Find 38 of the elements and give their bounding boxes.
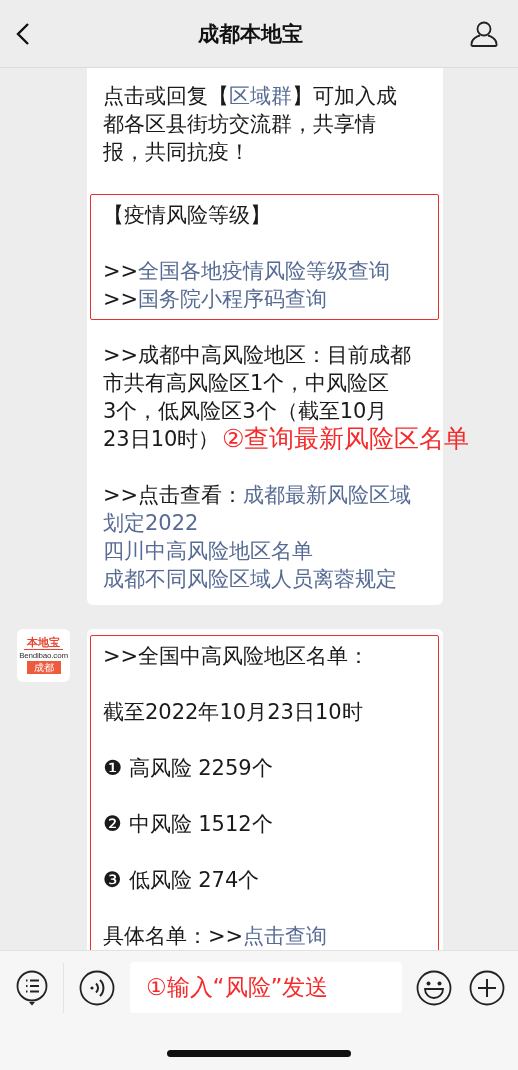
logo-text: 本地宝 xyxy=(24,636,63,650)
back-icon[interactable] xyxy=(16,21,30,46)
text-link[interactable]: 成都不同风险区域人员离蓉规定 xyxy=(103,566,397,591)
message-text: >>成都中高风险地区：目前成都 xyxy=(103,341,412,369)
message-text: 报，共同抗疫！ xyxy=(103,139,250,166)
voice-icon[interactable] xyxy=(79,969,115,1006)
message-text: >>点击查看：成都最新风险区域 xyxy=(103,481,412,509)
message-text: >>全国各地疫情风险等级查询 xyxy=(103,258,391,285)
message-text: 3个，低风险区3个（截至10月 xyxy=(103,397,388,425)
message-text: 市共有高风险区1个，中风险区 xyxy=(103,369,390,397)
message-text: ❶ 高风险 2259个 xyxy=(103,755,273,782)
logo-city: 成都 xyxy=(26,660,61,674)
message-text: ❸ 低风险 274个 xyxy=(103,867,260,894)
avatar[interactable]: 本地宝 Bendibao.com 成都 xyxy=(17,628,70,682)
message-text: 具体名单：>>点击查询 xyxy=(103,923,328,950)
text-link[interactable]: 成都最新风险区域 xyxy=(243,482,412,507)
emoji-icon[interactable] xyxy=(416,969,452,1006)
chat-title: 成都本地宝 xyxy=(197,20,303,48)
message-text: >>全国中高风险地区名单： xyxy=(103,643,370,670)
plus-icon[interactable] xyxy=(469,969,505,1006)
message-text: 截至2022年10月23日10时 xyxy=(103,699,363,726)
message-text: ❷ 中风险 1512个 xyxy=(103,811,273,838)
message-input[interactable]: ①输入“风险”发送 xyxy=(130,962,402,1013)
text-link[interactable]: 四川中高风险地区名单 xyxy=(103,538,313,563)
menu-icon[interactable] xyxy=(16,969,48,1006)
message-text: >>国务院小程序码查询 xyxy=(103,286,328,313)
text-link[interactable]: 国务院小程序码查询 xyxy=(138,287,328,311)
person-icon[interactable] xyxy=(470,20,498,47)
annotation-text: ②查询最新风险区名单 xyxy=(222,424,470,454)
message-text: 都各区县街坊交流群，共享情 xyxy=(103,111,376,138)
text-link[interactable]: 全国各地疫情风险等级查询 xyxy=(138,259,391,283)
message-text: 点击或回复【区域群】可加入成 xyxy=(103,83,397,110)
message-text: 23日10时） xyxy=(103,425,220,453)
text-link[interactable]: 划定2022 xyxy=(103,510,199,535)
logo-domain: Bendibao.com xyxy=(19,650,68,660)
message-text: 【疫情风险等级】 xyxy=(103,202,271,229)
text-link[interactable]: 点击查询 xyxy=(243,924,328,948)
text-link[interactable]: 区域群 xyxy=(229,84,292,108)
